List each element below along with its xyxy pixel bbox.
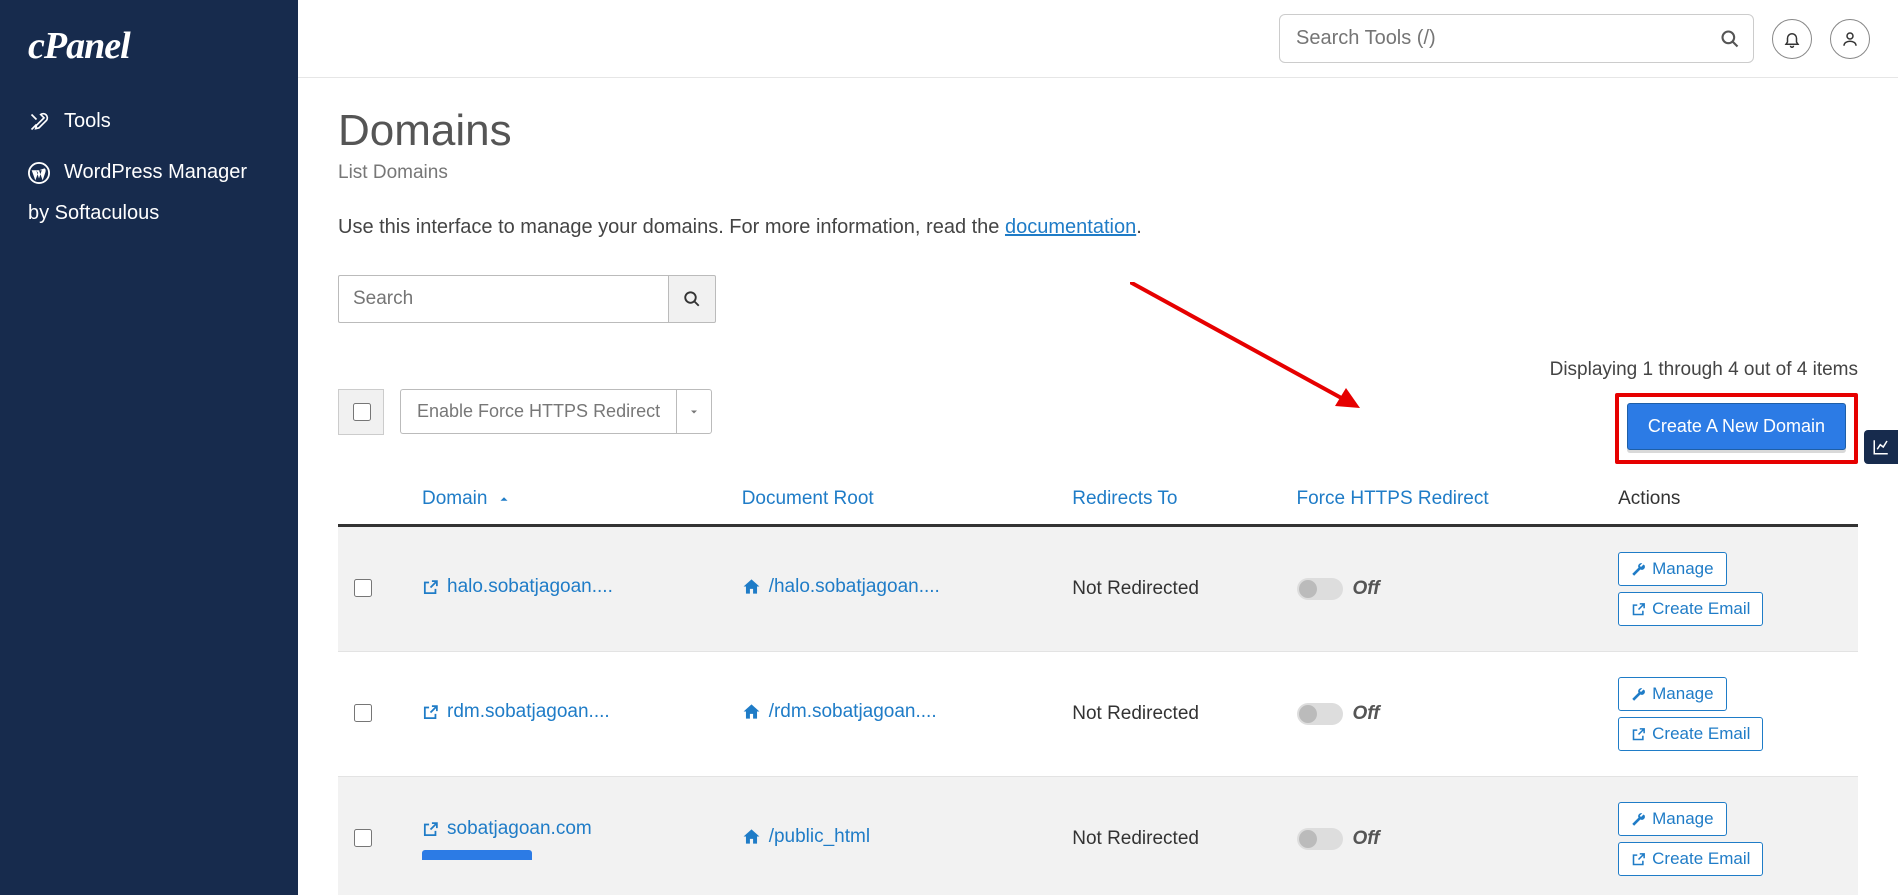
bulk-left: Enable Force HTTPS Redirect — [338, 389, 712, 435]
search-tools-input[interactable] — [1279, 14, 1754, 63]
pagination-summary: Displaying 1 through 4 out of 4 items — [1550, 359, 1858, 381]
select-all-wrapper — [338, 389, 384, 435]
https-toggle[interactable] — [1297, 578, 1343, 600]
bulk-dropdown-button[interactable] — [676, 389, 712, 434]
row-checkbox[interactable] — [354, 579, 372, 597]
col-redirects[interactable]: Redirects To — [1060, 474, 1284, 526]
create-domain-button[interactable]: Create A New Domain — [1627, 403, 1846, 450]
page-subtitle: List Domains — [338, 162, 1858, 184]
redirects-cell: Not Redirected — [1060, 777, 1284, 895]
table-row: sobatjagoan.com /public_html Not Redirect… — [338, 777, 1858, 895]
manage-button[interactable]: Manage — [1618, 677, 1726, 711]
user-icon — [1841, 30, 1859, 48]
sidebar-item-label: WordPress Manager — [64, 161, 247, 184]
stats-side-tab[interactable] — [1864, 430, 1898, 464]
docroot-link[interactable]: /public_html — [742, 826, 870, 848]
bulk-right: Displaying 1 through 4 out of 4 items Cr… — [1550, 359, 1858, 464]
bulk-button-group: Enable Force HTTPS Redirect — [400, 389, 712, 434]
sidebar-item-label: Tools — [64, 110, 111, 133]
sidebar: cPanel Tools WordPress Manager by Softac… — [0, 0, 298, 895]
col-domain[interactable]: Domain — [410, 474, 730, 526]
bell-icon — [1783, 30, 1801, 48]
col-actions: Actions — [1606, 474, 1858, 526]
bulk-actions-row: Enable Force HTTPS Redirect Displaying 1… — [338, 359, 1858, 464]
docroot-link[interactable]: /halo.sobatjagoan.... — [742, 576, 940, 598]
caret-down-icon — [688, 406, 700, 418]
wordpress-icon — [28, 162, 50, 184]
sidebar-item-wordpress[interactable]: WordPress Manager — [0, 147, 298, 198]
enable-https-button[interactable]: Enable Force HTTPS Redirect — [400, 389, 676, 434]
https-toggle[interactable] — [1297, 828, 1343, 850]
toggle-label: Off — [1353, 703, 1380, 724]
domains-table: Domain Document Root Redirects To Force … — [338, 474, 1858, 895]
domain-search-input[interactable] — [338, 275, 668, 323]
search-icon — [1720, 29, 1740, 49]
create-email-button[interactable]: Create Email — [1618, 592, 1763, 626]
brand-logo: cPanel — [0, 24, 298, 96]
create-email-button[interactable]: Create Email — [1618, 842, 1763, 876]
sort-asc-icon — [497, 492, 511, 506]
search-icon — [683, 290, 701, 308]
chart-icon — [1872, 438, 1890, 456]
domain-link[interactable]: halo.sobatjagoan.... — [422, 576, 613, 598]
row-checkbox[interactable] — [354, 829, 372, 847]
table-row: rdm.sobatjagoan.... /rdm.sobatjagoan....… — [338, 652, 1858, 777]
manage-button[interactable]: Manage — [1618, 552, 1726, 586]
toggle-label: Off — [1353, 828, 1380, 849]
page-title: Domains — [338, 106, 1858, 156]
intro-post: . — [1136, 216, 1142, 238]
create-button-highlight: Create A New Domain — [1615, 393, 1858, 464]
domain-search-row — [338, 275, 1858, 323]
domain-search-button[interactable] — [668, 275, 716, 323]
intro-text: Use this interface to manage your domain… — [338, 216, 1858, 239]
redirects-cell: Not Redirected — [1060, 526, 1284, 652]
table-row: halo.sobatjagoan.... /halo.sobatjagoan..… — [338, 526, 1858, 652]
domain-link[interactable]: sobatjagoan.com — [422, 818, 592, 840]
user-button[interactable] — [1830, 19, 1870, 59]
tools-icon — [28, 111, 50, 133]
create-email-button[interactable]: Create Email — [1618, 717, 1763, 751]
domain-link[interactable]: rdm.sobatjagoan.... — [422, 701, 610, 723]
redirects-cell: Not Redirected — [1060, 652, 1284, 777]
select-all-checkbox[interactable] — [353, 403, 371, 421]
main-domain-badge — [422, 850, 532, 860]
row-checkbox[interactable] — [354, 704, 372, 722]
content: Domains List Domains Use this interface … — [298, 78, 1898, 895]
https-toggle[interactable] — [1297, 703, 1343, 725]
main: Domains List Domains Use this interface … — [298, 0, 1898, 895]
col-docroot[interactable]: Document Root — [730, 474, 1061, 526]
sidebar-item-tools[interactable]: Tools — [0, 96, 298, 147]
col-label: Domain — [422, 488, 487, 509]
manage-button[interactable]: Manage — [1618, 802, 1726, 836]
search-tools-wrapper — [1279, 14, 1754, 63]
sidebar-subline: by Softaculous — [0, 198, 298, 239]
toggle-label: Off — [1353, 578, 1380, 599]
intro-pre: Use this interface to manage your domain… — [338, 216, 1005, 238]
documentation-link[interactable]: documentation — [1005, 216, 1136, 238]
notifications-button[interactable] — [1772, 19, 1812, 59]
docroot-link[interactable]: /rdm.sobatjagoan.... — [742, 701, 937, 723]
col-https[interactable]: Force HTTPS Redirect — [1285, 474, 1607, 526]
topbar — [298, 0, 1898, 78]
